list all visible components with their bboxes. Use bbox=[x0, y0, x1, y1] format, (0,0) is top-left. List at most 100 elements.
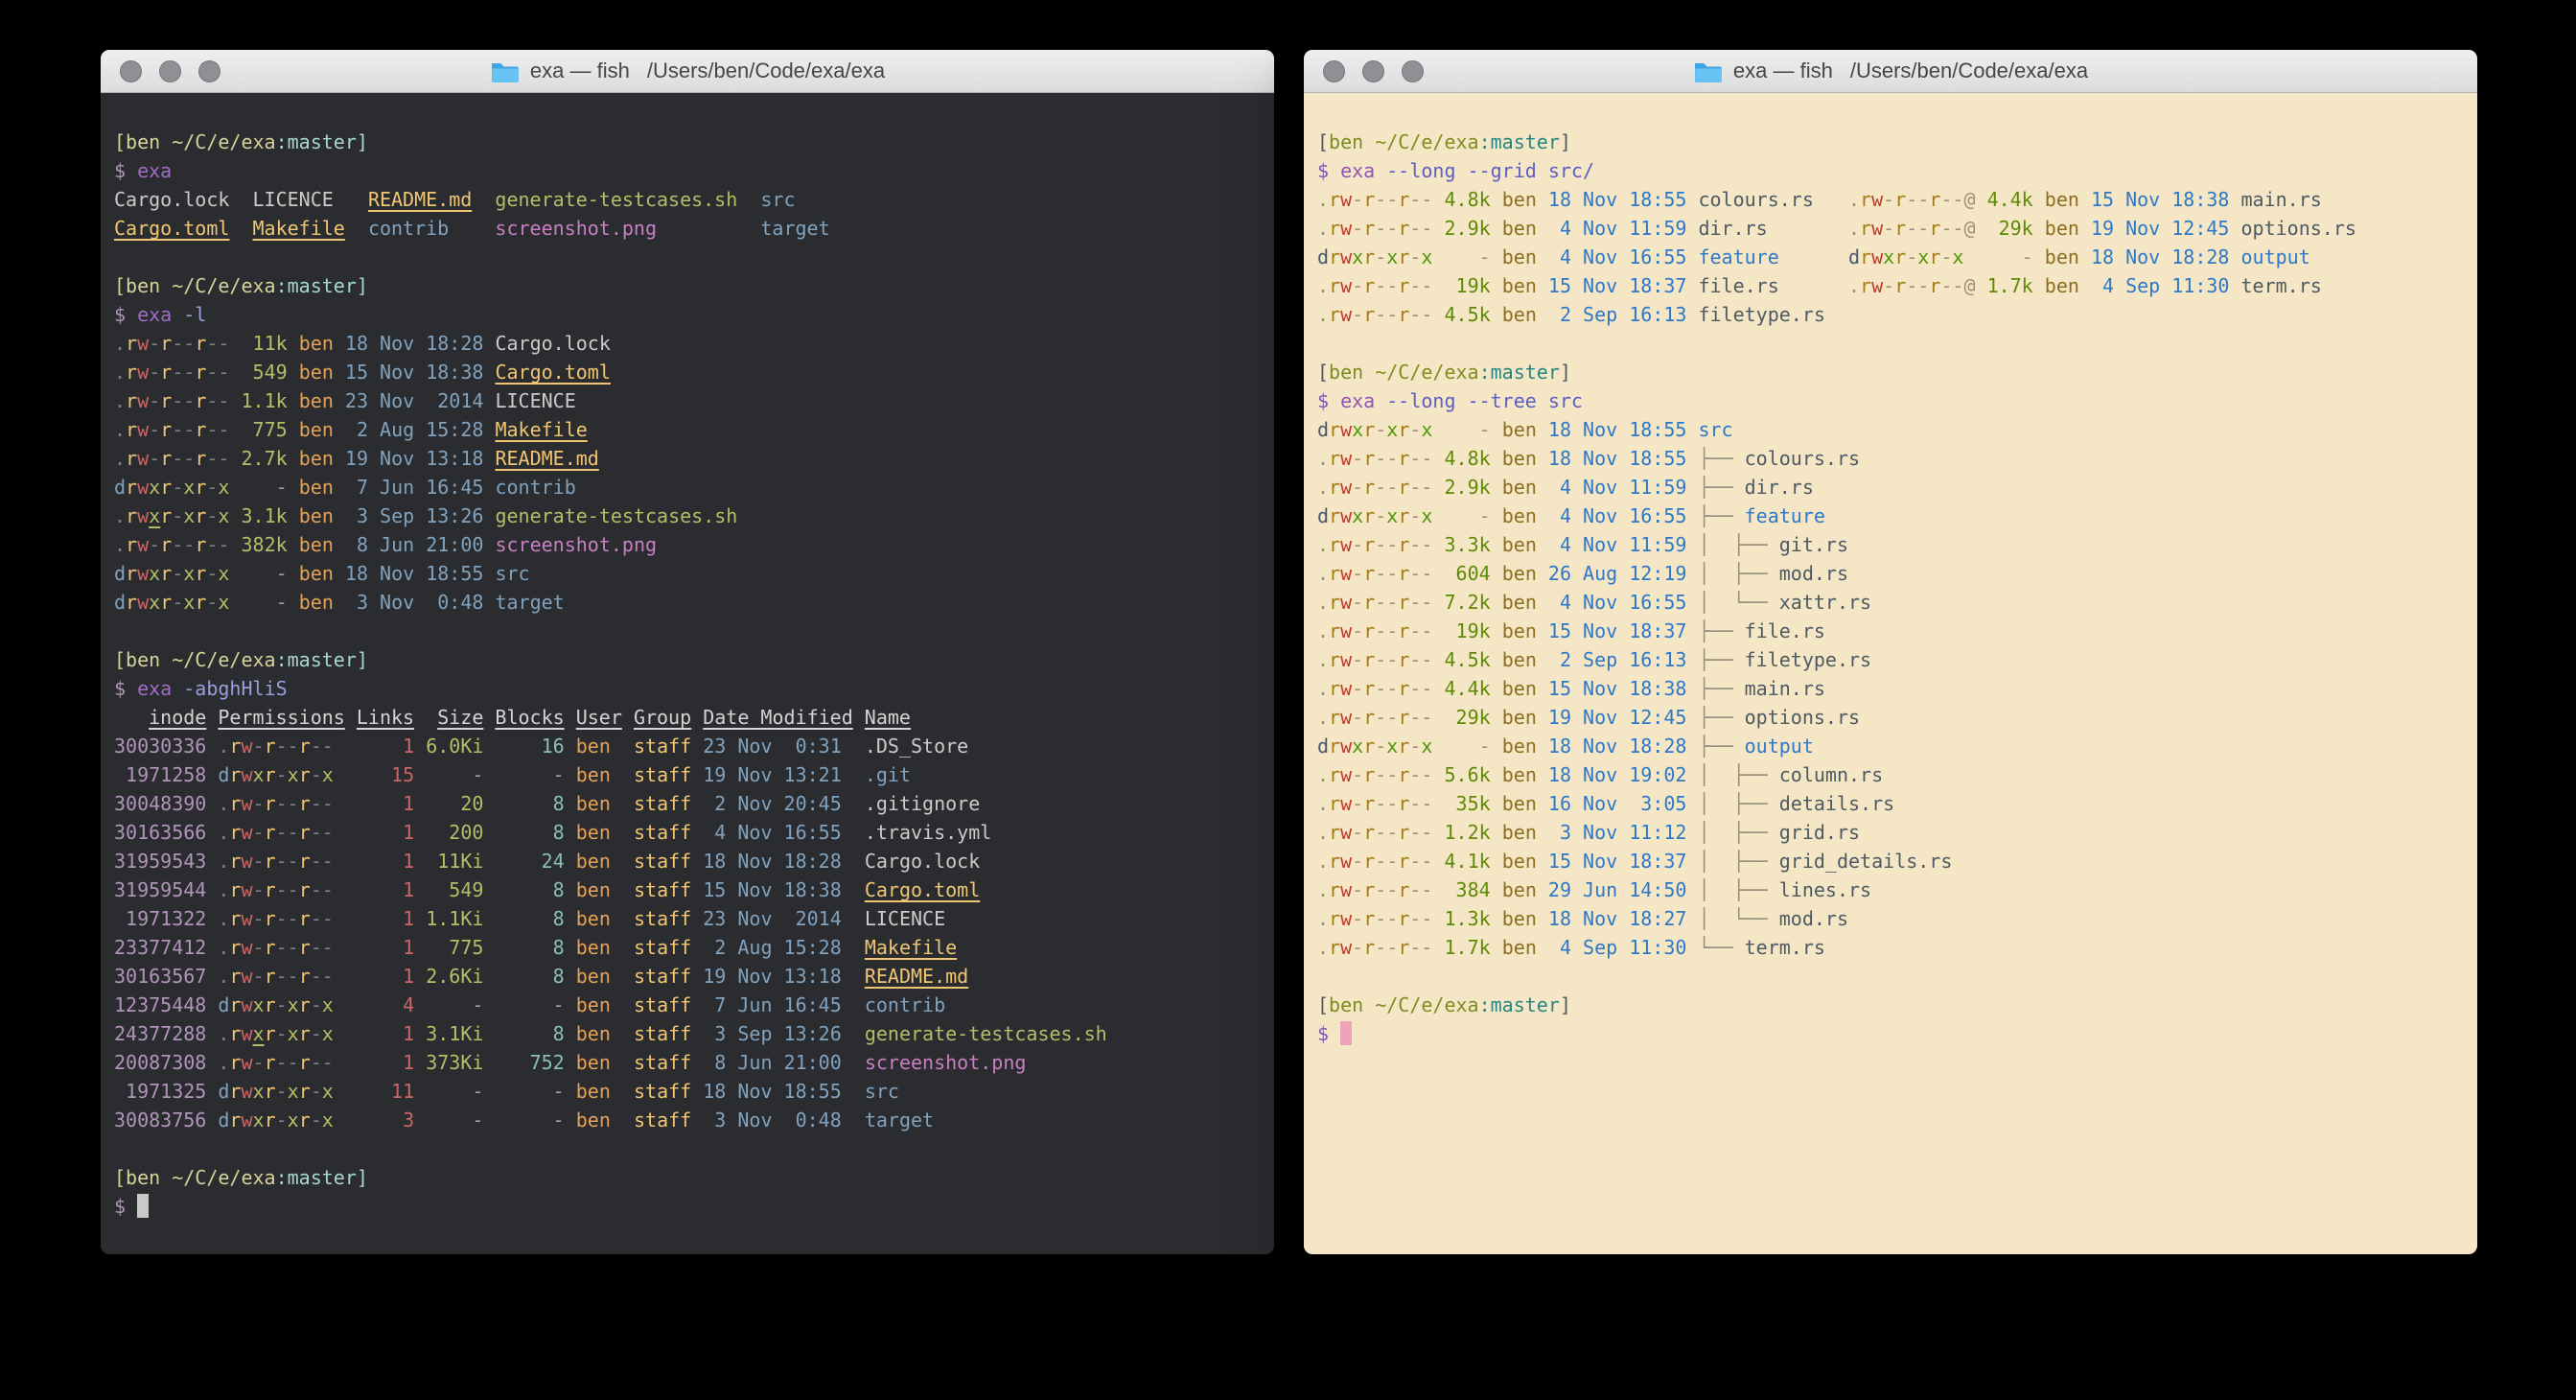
permission-char: - bbox=[1421, 907, 1432, 930]
text-segment: exa bbox=[137, 303, 172, 326]
text-segment: grid.rs bbox=[1779, 821, 1860, 844]
text-segment: ben ~/C/e/exa bbox=[1329, 130, 1479, 153]
permission-char: - bbox=[1940, 217, 1952, 240]
text-segment: 15 Nov 18:38 bbox=[703, 878, 842, 901]
folder-icon[interactable] bbox=[490, 60, 519, 83]
terminal-line: .rw-r--r-- 384 ben 29 Jun 14:50 │ ├── li… bbox=[1317, 875, 2464, 904]
permission-char: . bbox=[1317, 850, 1329, 873]
permission-char: r bbox=[126, 562, 137, 585]
permission-char: - bbox=[1917, 274, 1929, 297]
terminal-line: drwxr-xr-x - ben 18 Nov 18:55 src bbox=[114, 559, 1261, 588]
permission-char: r bbox=[1860, 245, 1871, 268]
terminal-line: .rw-r--r-- 4.4k ben 15 Nov 18:38 ├── mai… bbox=[1317, 674, 2464, 703]
permission-char: r bbox=[195, 447, 206, 470]
close-button[interactable] bbox=[120, 60, 142, 82]
permission-char: - bbox=[276, 878, 288, 901]
terminal-line: .rw-r--r-- 29k ben 19 Nov 12:45 ├── opti… bbox=[1317, 703, 2464, 732]
text-segment: 18 Nov 18:27 bbox=[1548, 907, 1687, 930]
title-bar[interactable]: exa — fish /Users/ben/Code/exa/exa bbox=[1304, 50, 2477, 93]
text-segment bbox=[2079, 217, 2091, 240]
text-segment bbox=[288, 591, 299, 614]
text-segment bbox=[229, 476, 241, 499]
close-button[interactable] bbox=[1323, 60, 1345, 82]
text-segment: 1 bbox=[357, 1051, 414, 1074]
text-segment bbox=[1779, 274, 1848, 297]
text-segment: file.rs bbox=[1745, 619, 1825, 642]
terminal-content[interactable]: [ben ~/C/e/exa:master]$ exaCargo.lock LI… bbox=[101, 93, 1274, 1254]
permission-char: r bbox=[1398, 476, 1409, 499]
zoom-button[interactable] bbox=[1402, 60, 1424, 82]
text-segment bbox=[1537, 418, 1548, 441]
permission-char: r bbox=[160, 504, 172, 527]
terminal-line: .rw-r--r-- 549 ben 15 Nov 18:38 Cargo.to… bbox=[114, 358, 1261, 386]
text-segment: 8 bbox=[495, 1022, 564, 1045]
permission-char: - bbox=[253, 735, 265, 758]
permission-char: - bbox=[1352, 533, 1363, 556]
permission-char: r bbox=[1398, 936, 1409, 959]
terminal-window-right: exa — fish /Users/ben/Code/exa/exa [ben … bbox=[1304, 50, 2477, 1254]
permission-char: - bbox=[206, 332, 218, 355]
text-segment: screenshot.png bbox=[865, 1051, 1027, 1074]
text-segment: 549 bbox=[426, 878, 483, 901]
text-segment: exa bbox=[1340, 159, 1375, 182]
permission-char: r bbox=[126, 332, 137, 355]
permission-char: . bbox=[1848, 217, 1860, 240]
text-segment: ben bbox=[299, 476, 334, 499]
permission-char: - bbox=[322, 821, 334, 844]
text-segment bbox=[2079, 188, 2091, 211]
text-segment: 3 bbox=[357, 1108, 414, 1132]
text-segment: feature bbox=[1698, 245, 1778, 268]
permission-char: - bbox=[1409, 591, 1421, 614]
text-segment: target bbox=[760, 217, 829, 240]
minimize-button[interactable] bbox=[159, 60, 181, 82]
text-segment: ] bbox=[1560, 993, 1571, 1016]
text-segment: target bbox=[865, 1108, 934, 1132]
permission-char: - bbox=[1352, 792, 1363, 815]
permission-char: r bbox=[1398, 907, 1409, 930]
permission-char: w bbox=[1871, 188, 1883, 211]
text-segment bbox=[229, 418, 241, 441]
permission-char: - bbox=[1421, 936, 1432, 959]
terminal-line: drwxr-xr-x - ben 7 Jun 16:45 contrib bbox=[114, 473, 1261, 502]
text-segment bbox=[334, 332, 345, 355]
text-segment bbox=[1432, 188, 1444, 211]
terminal-content[interactable]: [ben ~/C/e/exa:master]$ exa --long --gri… bbox=[1304, 93, 2477, 1254]
permission-char: - bbox=[149, 389, 160, 412]
permission-char: - bbox=[311, 763, 322, 786]
text-segment bbox=[483, 792, 495, 815]
permission-char: r bbox=[1398, 591, 1409, 614]
text-segment bbox=[1432, 274, 1444, 297]
text-segment: .travis.yml bbox=[865, 821, 991, 844]
text-segment: target bbox=[495, 591, 564, 614]
text-segment: LICENCE bbox=[495, 389, 575, 412]
permission-char: - bbox=[322, 735, 334, 758]
text-segment: ben bbox=[1502, 504, 1537, 527]
text-segment bbox=[1537, 188, 1548, 211]
text-segment bbox=[1491, 648, 1502, 671]
text-segment bbox=[483, 591, 495, 614]
text-segment bbox=[1976, 217, 1987, 240]
text-segment: $ bbox=[114, 303, 137, 326]
text-segment bbox=[1686, 792, 1698, 815]
permission-char: r bbox=[299, 850, 311, 873]
permission-char: - bbox=[1906, 245, 1917, 268]
permission-char: r bbox=[160, 361, 172, 384]
permission-char: - bbox=[1352, 821, 1363, 844]
permission-char: r bbox=[1329, 648, 1340, 671]
zoom-button[interactable] bbox=[198, 60, 220, 82]
text-segment bbox=[229, 447, 241, 470]
title-bar[interactable]: exa — fish /Users/ben/Code/exa/exa bbox=[101, 50, 1274, 93]
text-segment: 19 Nov 13:18 bbox=[345, 447, 484, 470]
text-segment: exa bbox=[1340, 389, 1375, 412]
text-segment: :master] bbox=[276, 1166, 368, 1189]
text-segment: :master] bbox=[276, 130, 368, 153]
text-segment bbox=[611, 965, 634, 988]
text-segment bbox=[565, 1051, 576, 1074]
permission-char: - bbox=[1386, 217, 1398, 240]
folder-icon[interactable] bbox=[1693, 60, 1722, 83]
minimize-button[interactable] bbox=[1362, 60, 1384, 82]
text-segment: - bbox=[242, 476, 288, 499]
text-segment bbox=[2079, 245, 2091, 268]
permission-char: - bbox=[183, 389, 195, 412]
text-segment: ben bbox=[299, 389, 334, 412]
